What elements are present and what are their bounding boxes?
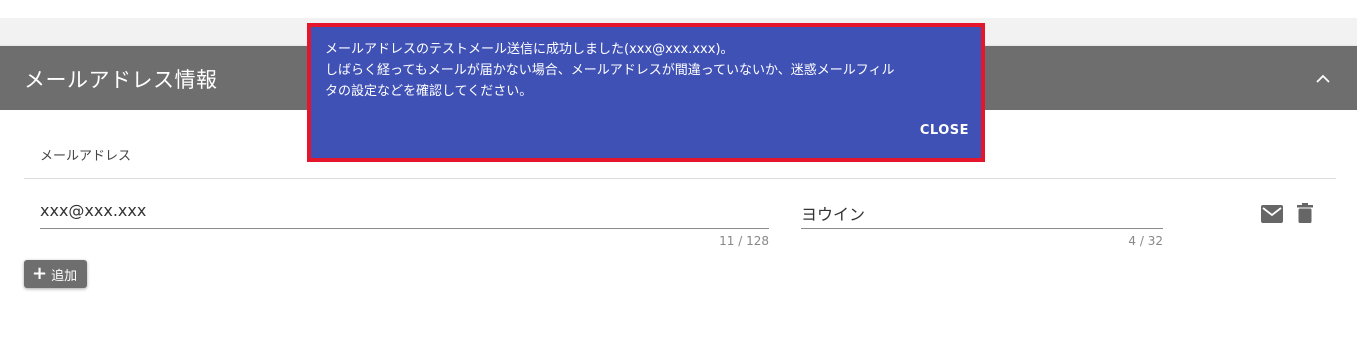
email-column-header: メールアドレス [40,149,132,164]
add-button-label: 追加 [51,268,78,284]
name-field-value: ヨウイン [801,205,866,224]
page: メールアドレス情報 メールアドレス xxx@xxx.xxx 11 / 128 ヨ… [0,0,1357,342]
email-char-counter: 11 / 128 [719,234,769,248]
snackbar-line-1: メールアドレスのテストメール送信に成功しました(xxx@xxx.xxx)。 [325,42,734,57]
snackbar: メールアドレスのテストメール送信に成功しました(xxx@xxx.xxx)。 しば… [307,23,985,162]
snackbar-line-2: しばらく経ってもメールが届かない場合、メールアドレスが間違っていないか、迷惑メー… [325,63,895,78]
snackbar-line-3: タの設定などを確認してください。 [325,84,533,99]
name-char-counter: 4 / 32 [1128,234,1163,248]
name-field[interactable]: ヨウイン [801,196,1163,229]
divider [24,178,1336,179]
add-button[interactable]: + 追加 [24,260,88,288]
mail-icon[interactable] [1261,205,1283,223]
plus-icon: + [32,263,48,284]
snackbar-message: メールアドレスのテストメール送信に成功しました(xxx@xxx.xxx)。 しば… [325,39,965,102]
snackbar-close-button[interactable]: CLOSE [920,123,969,138]
trash-icon[interactable] [1297,203,1313,223]
email-field[interactable]: xxx@xxx.xxx [40,196,769,229]
previous-card-edge [0,0,1357,18]
email-field-value: xxx@xxx.xxx [40,201,147,220]
chevron-up-icon[interactable] [1311,66,1335,90]
section-title: メールアドレス情報 [24,68,218,92]
